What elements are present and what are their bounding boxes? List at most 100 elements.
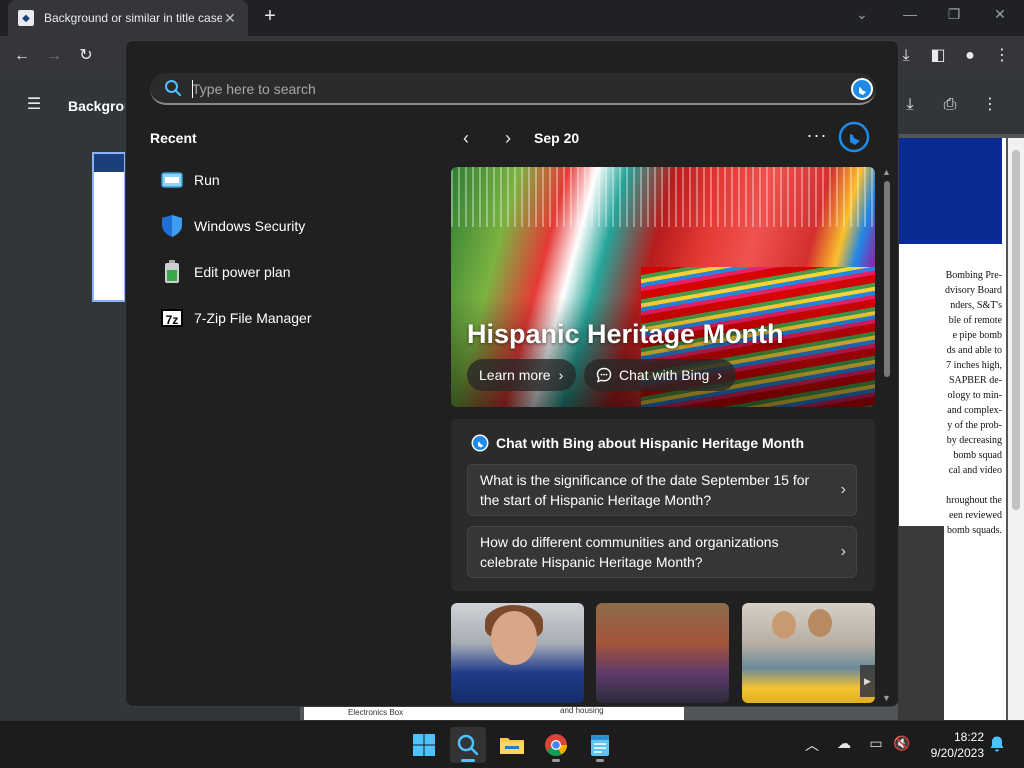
page-thumbnail[interactable] (92, 152, 126, 302)
tile-figure (772, 611, 796, 639)
image-tiles: ▶ (451, 603, 875, 703)
battery-icon (160, 260, 184, 284)
download-icon[interactable]: ⤓ (896, 46, 916, 66)
taskbar-search-button[interactable] (450, 727, 486, 763)
close-window-button[interactable]: ✕ (990, 6, 1010, 23)
show-hidden-icons-chevron-icon[interactable]: ︿ (802, 735, 822, 755)
back-icon[interactable]: ← (12, 46, 32, 66)
text-caret (192, 80, 193, 98)
recent-item-run[interactable]: Run (150, 157, 440, 203)
forward-icon[interactable]: → (44, 46, 64, 66)
taskbar-file-explorer[interactable] (494, 727, 530, 763)
recent-item-edit-power-plan[interactable]: Edit power plan (150, 249, 440, 295)
minimize-button[interactable]: — (900, 6, 920, 22)
pdf-download-icon[interactable]: ⤓ (900, 95, 920, 115)
onedrive-cloud-icon[interactable]: ☁ (834, 735, 854, 752)
tile-figure (491, 611, 537, 665)
search-box[interactable] (150, 73, 876, 105)
recent-list: Run Windows Security Edit power plan 7z … (150, 157, 440, 341)
next-day-button[interactable]: › (498, 127, 518, 149)
pdf-scroll-thumb[interactable] (1012, 150, 1020, 510)
start-button[interactable] (406, 727, 442, 763)
shield-icon (160, 214, 184, 238)
search-icon (165, 80, 181, 96)
recent-item-label: Run (194, 172, 220, 188)
pdf-page: Bombing Pre- dvisory Board nders, S&T's … (898, 138, 1006, 720)
chat-card-heading: Chat with Bing about Hispanic Heritage M… (471, 434, 804, 452)
new-tab-button[interactable]: + (260, 6, 280, 28)
windows-logo-icon (413, 734, 435, 756)
question-text: What is the significance of the date Sep… (480, 472, 810, 508)
browser-tab-title: Background or similar in title case (44, 11, 222, 25)
print-icon[interactable]: ⎙ (940, 95, 960, 115)
bing-logo-icon[interactable] (838, 121, 870, 153)
search-flyout: Recent Run Windows Security Edit power p… (125, 40, 899, 707)
desktop: ◆ Background or similar in title case ✕ … (0, 0, 1024, 768)
volume-muted-icon[interactable]: 🔇 (892, 735, 912, 752)
tile-figure (808, 609, 832, 637)
learn-more-label: Learn more (479, 367, 551, 383)
image-tile-painting[interactable] (596, 603, 729, 703)
reload-icon[interactable]: ↻ (76, 46, 96, 66)
search-icon (457, 734, 479, 756)
hamburger-menu-icon[interactable]: ☰ (24, 95, 44, 115)
chevron-right-icon: › (840, 481, 846, 498)
chat-card-title: Chat with Bing about Hispanic Heritage M… (496, 435, 804, 451)
restore-button[interactable]: ❐ (944, 6, 964, 23)
bing-icon[interactable] (850, 77, 874, 101)
page-bottom-strip: Electronics Box and housing (304, 706, 684, 720)
taskbar: ︿ ☁ ▭ 🔇 18:22 9/20/2023 (0, 720, 1024, 768)
search-input[interactable] (192, 77, 832, 101)
highlight-date: Sep 20 (534, 130, 580, 146)
previous-day-button[interactable]: ‹ (456, 127, 476, 149)
image-tile-astronaut[interactable] (451, 603, 584, 703)
system-clock[interactable]: 18:22 9/20/2023 (922, 729, 984, 761)
recent-item-7zip[interactable]: 7z 7-Zip File Manager (150, 295, 440, 341)
folder-icon (500, 738, 524, 754)
suggested-question[interactable]: What is the significance of the date Sep… (467, 464, 857, 516)
pdf-more-icon[interactable]: ⋮ (980, 95, 1000, 115)
7zip-icon: 7z (160, 306, 184, 330)
recent-item-label: Edit power plan (194, 264, 291, 280)
tiles-next-arrow-icon[interactable]: ▶ (860, 665, 875, 697)
chevron-right-icon: › (840, 543, 846, 560)
pdf-scrollbar[interactable] (1008, 138, 1024, 720)
suggested-question[interactable]: How do different communities and organiz… (467, 526, 857, 578)
thumbnail-header (94, 154, 124, 172)
scroll-up-icon[interactable]: ▲ (882, 167, 891, 177)
7zip-glyph: 7z (161, 309, 183, 327)
hero-image-fringe (451, 167, 875, 227)
recent-item-label: 7-Zip File Manager (194, 310, 312, 326)
taskbar-chrome[interactable] (538, 727, 574, 763)
flyout-scrollbar[interactable]: ▲ ▼ (882, 167, 892, 706)
recent-item-windows-security[interactable]: Windows Security (150, 203, 440, 249)
side-panel-icon[interactable]: ◧ (928, 46, 948, 66)
chevron-right-icon: › (558, 367, 564, 383)
bing-chat-card: Chat with Bing about Hispanic Heritage M… (451, 419, 875, 591)
chevron-right-icon: › (717, 367, 722, 383)
hero-card[interactable]: Hispanic Heritage Month Learn more › Cha… (451, 167, 875, 407)
scroll-down-icon[interactable]: ▼ (882, 693, 891, 703)
page-image (898, 526, 944, 720)
menu-icon[interactable]: ⋮ (992, 46, 1012, 66)
active-indicator (461, 759, 475, 762)
shield-favicon-icon: ◆ (18, 10, 34, 26)
network-icon[interactable]: ▭ (866, 735, 886, 752)
image-tile-market[interactable] (742, 603, 875, 703)
more-options-button[interactable]: ··· (805, 125, 829, 146)
question-text: How do different communities and organiz… (480, 534, 779, 570)
hero-title: Hispanic Heritage Month (467, 319, 784, 349)
notification-bell-icon[interactable] (988, 735, 1006, 753)
clock-time: 18:22 (953, 730, 984, 744)
close-tab-icon[interactable]: ✕ (222, 10, 238, 27)
taskbar-notepad[interactable] (582, 727, 618, 763)
learn-more-button[interactable]: Learn more › (467, 359, 576, 391)
recent-item-label: Windows Security (194, 218, 306, 234)
flyout-scroll-thumb[interactable] (884, 181, 890, 377)
tab-search-icon[interactable]: ⌄ (852, 6, 872, 23)
clock-date: 9/20/2023 (930, 746, 984, 760)
browser-tab[interactable]: ◆ Background or similar in title case ✕ (8, 0, 248, 36)
recent-heading: Recent (150, 130, 197, 146)
profile-icon[interactable]: ● (960, 46, 980, 66)
chat-with-bing-button[interactable]: Chat with Bing › (584, 359, 736, 391)
